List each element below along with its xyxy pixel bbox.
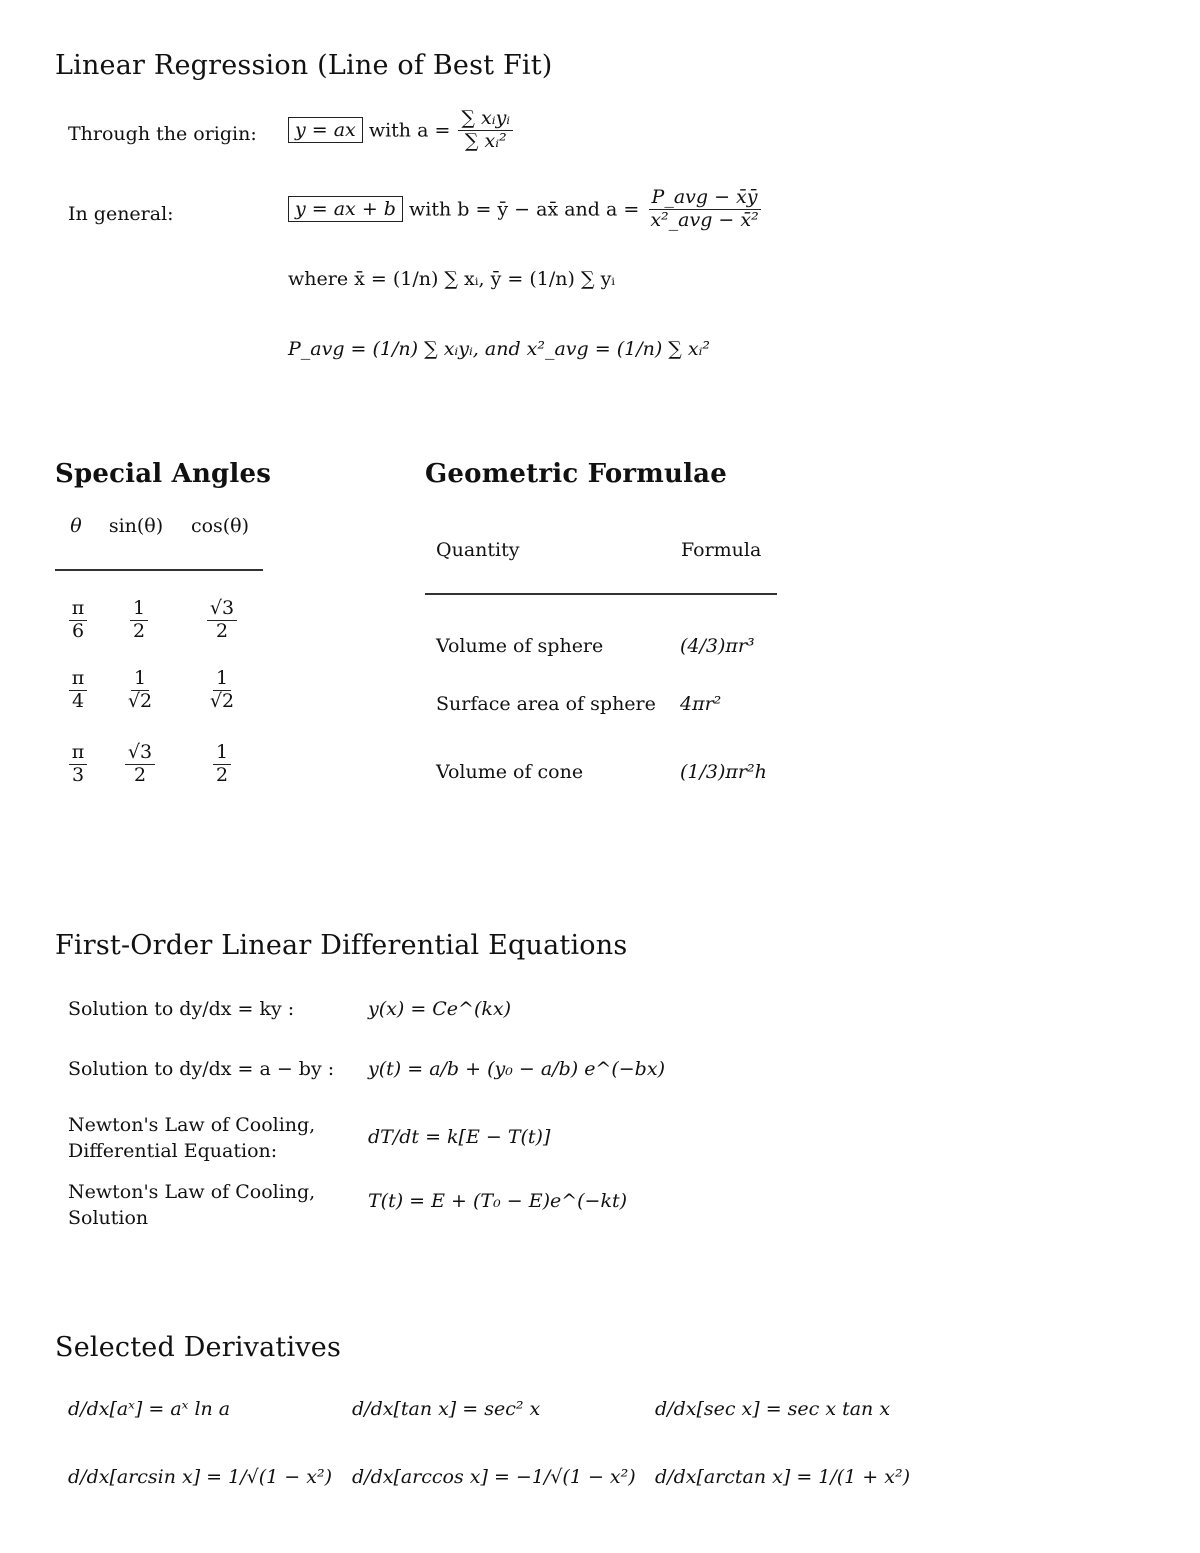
section-title-derivatives: Selected Derivatives <box>55 1332 341 1363</box>
angles-header-theta: θ <box>70 515 82 537</box>
derivative-item: d/dx[aˣ] = aˣ ln a <box>68 1398 231 1420</box>
general-a-denominator: x²_avg − x̄² <box>650 208 759 231</box>
origin-label: Through the origin: <box>68 123 257 145</box>
theta-value: π3 <box>64 741 92 787</box>
general-boxed-equation: y = ax + b <box>288 196 403 223</box>
diffeq-label: Solution to dy/dx = a − by : <box>68 1058 335 1080</box>
section-title-diffeq: First-Order Linear Differential Equation… <box>55 930 628 961</box>
cos-value: 1 √2 <box>209 667 235 712</box>
general-a-fraction: P_avg − x̄ȳ x²_avg − x̄² <box>647 186 761 232</box>
geometric-quantity: Volume of sphere <box>436 635 604 657</box>
general-a-numerator: P_avg − x̄ȳ <box>648 186 761 210</box>
origin-a-denominator: ∑ xᵢ² <box>464 129 507 152</box>
angles-header-sin: sin(θ) <box>108 515 164 537</box>
cos-value: 12 <box>207 741 237 787</box>
origin-a-numerator: ∑ xᵢyᵢ <box>458 107 514 131</box>
origin-a-fraction: ∑ xᵢyᵢ ∑ xᵢ² <box>458 107 514 153</box>
geometric-quantity: Surface area of sphere <box>436 693 656 715</box>
theta-value: π6 <box>64 597 92 643</box>
sin-value: √3 2 <box>122 741 158 787</box>
diffeq-formula: T(t) = E + (T₀ − E)e^(−kt) <box>368 1190 628 1212</box>
derivative-item: d/dx[sec x] = sec x tan x <box>655 1398 891 1420</box>
diffeq-label: Solution to dy/dx = ky : <box>68 998 295 1020</box>
sin-value: 1 √2 <box>127 667 153 712</box>
diffeq-label: Newton's Law of Cooling, Solution <box>68 1181 316 1229</box>
diffeq-formula: dT/dt = k[E − T(t)] <box>368 1126 551 1148</box>
general-label: In general: <box>68 203 174 225</box>
theta-value: π4 <box>64 667 92 713</box>
sin-value: 12 <box>124 597 154 643</box>
geometric-formula: (4/3)πr³ <box>680 635 755 657</box>
section-title-linear-regression: Linear Regression (Line of Best Fit) <box>55 50 553 81</box>
origin-with-text: with a = <box>368 119 451 142</box>
section-title-geometric: Geometric Formulae <box>425 459 727 489</box>
origin-formula: y = ax with a = ∑ xᵢyᵢ ∑ xᵢ² <box>288 107 515 153</box>
pavg-line: P_avg = (1/n) ∑ xᵢyᵢ, and x²_avg = (1/n)… <box>288 338 711 360</box>
section-title-special-angles: Special Angles <box>55 459 272 489</box>
angles-header-rule <box>55 569 263 571</box>
geometric-header-quantity: Quantity <box>436 539 520 561</box>
geometric-header-rule <box>425 593 777 595</box>
derivative-item: d/dx[arctan x] = 1/(1 + x²) <box>655 1466 911 1488</box>
derivative-item: d/dx[arcsin x] = 1/√(1 − x²) <box>68 1466 332 1488</box>
diffeq-formula: y(x) = Ce^(kx) <box>368 998 512 1020</box>
derivative-item: d/dx[arccos x] = −1/√(1 − x²) <box>352 1466 636 1488</box>
geometric-header-formula: Formula <box>681 539 762 561</box>
origin-boxed-equation: y = ax <box>288 117 363 144</box>
where-line: where x̄ = (1/n) ∑ xᵢ, ȳ = (1/n) ∑ yᵢ <box>288 268 616 290</box>
geometric-quantity: Volume of cone <box>436 761 584 783</box>
general-formula: y = ax + b with b = ȳ − ax̄ and a = P_av… <box>288 186 764 232</box>
general-with-text: with b = ȳ − ax̄ and a = <box>408 198 640 221</box>
angles-header-cos: cos(θ) <box>190 515 250 537</box>
diffeq-label: Newton's Law of Cooling, Differential Eq… <box>68 1114 316 1162</box>
geometric-formula: 4πr² <box>680 693 722 715</box>
geometric-formula: (1/3)πr²h <box>680 761 767 783</box>
cos-value: √3 2 <box>204 597 240 643</box>
derivative-item: d/dx[tan x] = sec² x <box>352 1398 541 1420</box>
diffeq-formula: y(t) = a/b + (y₀ − a/b) e^(−bx) <box>368 1058 665 1080</box>
